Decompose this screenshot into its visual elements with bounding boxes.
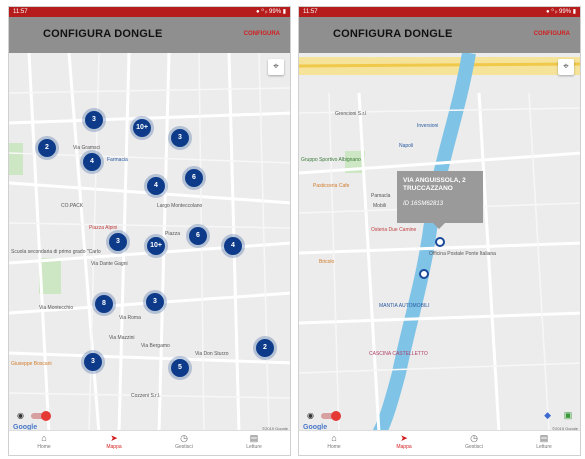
map-cluster[interactable]: 3	[84, 353, 102, 371]
map-view[interactable]: ⌖ Grencioni S.r.l Inversioni Napoli Grup…	[299, 53, 580, 433]
map-label: Via Don Sturzo	[195, 351, 229, 357]
phone-screen-right: 11:57 ● ⁰ ᵢₗ 99% ▮ CONFIGURA DONGLE CONF…	[298, 6, 581, 456]
configura-button[interactable]: CONFIGURA	[534, 31, 570, 37]
nav-home[interactable]: ⌂ Home	[9, 433, 79, 450]
send-icon: ➤	[400, 433, 408, 443]
map-cluster[interactable]: 6	[189, 227, 207, 245]
nav-mappa[interactable]: ➤ Mappa	[369, 433, 439, 450]
map-cluster[interactable]: 3	[85, 111, 103, 129]
eye-icon: ◉	[307, 411, 314, 420]
map-cluster[interactable]: 10+	[133, 119, 151, 137]
map-label: MANTIA AUTOMOBILI	[379, 303, 430, 309]
map-cluster[interactable]: 4	[147, 177, 165, 195]
status-icons: ● ⁰ ᵢₗ 99% ▮	[256, 9, 286, 15]
map-label: Via Mazzini	[109, 335, 135, 341]
map-label: Via Bergamo	[141, 343, 170, 349]
app-bar: CONFIGURA DONGLE CONFIGURA	[299, 17, 580, 53]
configura-button[interactable]: CONFIGURA	[244, 31, 280, 37]
map-cluster[interactable]: 2	[38, 139, 56, 157]
map-cluster[interactable]: 6	[185, 169, 203, 187]
device-info-popup[interactable]: VIA ANGUISSOLA, 2 TRUCCAZZANO ID 16SM628…	[397, 171, 483, 229]
my-location-button[interactable]: ⌖	[558, 59, 574, 75]
status-time: 11:57	[13, 9, 28, 15]
map-label: Via Montecchio	[39, 305, 74, 311]
map-label: Pasticceria Cafe	[313, 183, 350, 189]
device-id: ID 16SM62813	[403, 201, 444, 207]
map-tools: ◆ ▣	[538, 405, 574, 423]
map-cluster[interactable]: 5	[171, 359, 189, 377]
page-title: CONFIGURA DONGLE	[43, 28, 163, 40]
page-title: CONFIGURA DONGLE	[333, 28, 453, 40]
layer-toggle[interactable]: ◉	[307, 411, 347, 421]
nav-home[interactable]: ⌂ Home	[299, 433, 369, 450]
map-label: Pamacla	[371, 193, 391, 199]
bottom-navigation: ⌂ Home ➤ Mappa ◷ Gestisci ▤ Letture	[9, 430, 290, 455]
status-icons: ● ⁰ ᵢₗ 99% ▮	[546, 9, 576, 15]
map-cluster[interactable]: 3	[171, 129, 189, 147]
map-label: Grencioni S.r.l	[335, 111, 367, 117]
map-cluster[interactable]: 3	[109, 233, 127, 251]
device-address: VIA ANGUISSOLA, 2 TRUCCAZZANO	[403, 177, 466, 192]
google-maps-icon[interactable]: ▣	[562, 409, 574, 421]
map-label: Cozzeni S.r.l.	[131, 393, 161, 399]
map-cluster[interactable]: 10+	[147, 237, 165, 255]
map-label: CO.PACK	[61, 203, 84, 209]
app-bar: CONFIGURA DONGLE CONFIGURA	[9, 17, 290, 53]
nav-letture[interactable]: ▤ Letture	[219, 433, 289, 450]
map-label: Inversioni	[417, 123, 439, 129]
map-label: Via Dante Gagni	[91, 261, 128, 267]
nav-gestisci[interactable]: ◷ Gestisci	[439, 433, 509, 450]
map-label: Osteria Due Camine	[371, 227, 417, 233]
map-label: Mobili	[373, 203, 387, 209]
nav-mappa[interactable]: ➤ Mappa	[79, 433, 149, 450]
map-label: Napoli	[399, 143, 414, 149]
map-label: Farmacia	[107, 157, 128, 163]
device-marker[interactable]	[435, 237, 445, 247]
nav-letture[interactable]: ▤ Letture	[509, 433, 579, 450]
map-cluster[interactable]: 8	[95, 295, 113, 313]
map-label: Scuola secondaria di primo grado "Carlo	[11, 249, 101, 255]
document-icon: ▤	[249, 433, 259, 443]
eye-icon: ◉	[17, 411, 24, 420]
map-cluster[interactable]: 3	[146, 293, 164, 311]
map-cluster[interactable]: 2	[256, 339, 274, 357]
map-view[interactable]: ⌖ 3 10+ 2 4 3 6 4 3 10+ 6 4 8 3 2 3 5 Vi…	[9, 53, 290, 433]
home-icon: ⌂	[331, 433, 337, 443]
status-time: 11:57	[303, 9, 318, 15]
history-icon: ◷	[470, 433, 478, 443]
map-label: Largo Monteccolano	[157, 203, 203, 209]
history-icon: ◷	[180, 433, 188, 443]
map-label: Piazza Alpini	[89, 225, 118, 231]
layer-toggle[interactable]: ◉	[17, 411, 57, 421]
map-cluster[interactable]: 4	[224, 237, 242, 255]
map-label: Bricolo	[319, 259, 335, 265]
status-bar: 11:57 ● ⁰ ᵢₗ 99% ▮	[299, 7, 580, 17]
document-icon: ▤	[539, 433, 549, 443]
home-icon: ⌂	[41, 433, 47, 443]
map-label: Via Roma	[119, 315, 141, 321]
directions-icon[interactable]: ◆	[542, 409, 554, 421]
send-icon: ➤	[110, 433, 118, 443]
map-label: Officina Postale Ponte Italiana	[429, 251, 496, 257]
nav-gestisci[interactable]: ◷ Gestisci	[149, 433, 219, 450]
map-label: Piazza	[165, 231, 181, 237]
bottom-navigation: ⌂ Home ➤ Mappa ◷ Gestisci ▤ Letture	[299, 430, 580, 455]
map-label: Giuseppe Boscani	[11, 361, 52, 367]
map-label: Via Gramsci	[73, 145, 101, 151]
phone-screen-left: 11:57 ● ⁰ ᵢₗ 99% ▮ CONFIGURA DONGLE CONF…	[8, 6, 291, 456]
map-cluster[interactable]: 4	[83, 153, 101, 171]
map-label: CASCINA CASTELLETTO	[369, 351, 428, 357]
device-marker[interactable]	[419, 269, 429, 279]
map-label: Gruppo Sportivo Albignano	[301, 157, 361, 163]
status-bar: 11:57 ● ⁰ ᵢₗ 99% ▮	[9, 7, 290, 17]
my-location-button[interactable]: ⌖	[268, 59, 284, 75]
